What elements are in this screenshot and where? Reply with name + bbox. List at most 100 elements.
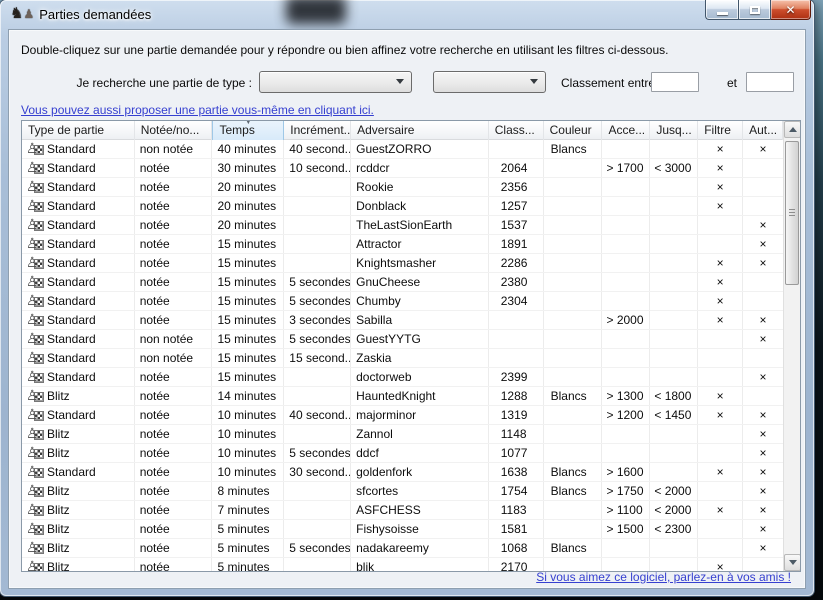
cell-filter: [698, 216, 743, 234]
cell-type: ♙Standard: [22, 159, 135, 177]
column-header-rated[interactable]: Notée/no...: [135, 121, 213, 140]
scrollbar-thumb[interactable]: [785, 141, 799, 285]
recommend-link[interactable]: Si vous aimez ce logiciel, parlez-en à v…: [536, 570, 791, 584]
cell-time: 15 minutes: [212, 254, 284, 272]
game-row[interactable]: ♙Standardnotée15 minutes5 secondesGnuChe…: [22, 273, 783, 292]
cell-color: Blancs: [544, 482, 603, 500]
game-row[interactable]: ♙Standardnotée15 minutes3 secondesSabill…: [22, 311, 783, 330]
game-row[interactable]: ♙Standardnotée20 minutesTheLastSionEarth…: [22, 216, 783, 235]
propose-game-link[interactable]: Vous pouvez aussi proposer une partie vo…: [21, 103, 374, 117]
column-header-rating[interactable]: Class...: [489, 121, 544, 140]
game-row[interactable]: ♙Blitznotée7 minutesASFCHESS1183> 1100< …: [22, 501, 783, 520]
game-row[interactable]: ♙Standardnotée20 minutesDonblack1257×: [22, 197, 783, 216]
game-row[interactable]: ♙Standardnotée15 minutesAttractor1891×: [22, 235, 783, 254]
vertical-scrollbar[interactable]: [783, 121, 800, 571]
game-row[interactable]: ♙Blitznotée8 minutessfcortes1754Blancs> …: [22, 482, 783, 501]
game-row[interactable]: ♙Standardnon notée40 minutes40 second...…: [22, 140, 783, 159]
cell-rated: notée: [135, 558, 213, 571]
pawn-board-icon: ♙: [27, 503, 44, 517]
cell-auto: [743, 178, 783, 196]
titlebar[interactable]: ♞♟ Parties demandées ✕: [0, 0, 814, 29]
cell-time: 7 minutes: [212, 501, 284, 519]
game-row[interactable]: ♙Standardnotée15 minutesdoctorweb2399×: [22, 368, 783, 387]
window-chess-icon: ♞♟: [10, 6, 34, 22]
pawn-icon: ♙: [26, 235, 39, 252]
column-header-color[interactable]: Couleur: [544, 121, 603, 140]
cell-rating: 1288: [489, 387, 544, 405]
cell-opponent: sfcortes: [351, 482, 489, 500]
cell-accept-min: [602, 140, 650, 158]
cell-accept-max: [650, 235, 698, 253]
game-row[interactable]: ♙Standardnotée10 minutes40 second...majo…: [22, 406, 783, 425]
pawn-board-icon: ♙: [27, 313, 44, 327]
cell-type-label: Standard: [47, 349, 96, 367]
cell-filter: [698, 349, 743, 367]
cell-type: ♙Standard: [22, 235, 135, 253]
rating-min-input[interactable]: [651, 72, 699, 92]
cell-accept-min: [602, 197, 650, 215]
cell-accept-max: [650, 216, 698, 234]
cell-type-label: Blitz: [47, 425, 70, 443]
cell-increment: [284, 558, 351, 571]
close-button[interactable]: ✕: [771, 0, 811, 20]
cell-color: Blancs: [544, 539, 603, 557]
cell-auto: [743, 292, 783, 310]
cell-time: 8 minutes: [212, 482, 284, 500]
scroll-down-button[interactable]: [784, 554, 801, 571]
cell-accept-max: [650, 330, 698, 348]
game-row[interactable]: ♙Standardnotée15 minutesKnightsmasher228…: [22, 254, 783, 273]
game-row[interactable]: ♙Blitznotée14 minutesHauntedKnight1288Bl…: [22, 387, 783, 406]
cell-type-label: Standard: [47, 406, 96, 424]
cell-accept-max: < 2300: [650, 520, 698, 538]
maximize-button[interactable]: [738, 0, 771, 20]
game-row[interactable]: ♙Standardnotée30 minutes10 second...rcdd…: [22, 159, 783, 178]
cell-type-label: Standard: [47, 178, 96, 196]
game-row[interactable]: ♙Standardnotée15 minutes5 secondesChumby…: [22, 292, 783, 311]
game-row[interactable]: ♙Blitznotée5 minutesFishysoisse1581> 150…: [22, 520, 783, 539]
cell-rating: 2380: [489, 273, 544, 291]
game-row[interactable]: ♙Standardnon notée15 minutes15 second...…: [22, 349, 783, 368]
cell-opponent: GnuCheese: [351, 273, 489, 291]
cell-type-label: Blitz: [47, 539, 70, 557]
cell-rating: 1257: [489, 197, 544, 215]
game-row[interactable]: ♙Blitznotée5 minutes5 secondesnadakareem…: [22, 539, 783, 558]
game-speed-select[interactable]: [433, 71, 546, 93]
column-header-accept-max[interactable]: Jusq...: [650, 121, 698, 140]
scroll-up-button[interactable]: [784, 121, 801, 138]
rating-max-input[interactable]: [746, 72, 794, 92]
game-row[interactable]: ♙Standardnotée20 minutesRookie2356×: [22, 178, 783, 197]
cell-type: ♙Standard: [22, 254, 135, 272]
column-header-time[interactable]: ▼Temps: [212, 121, 284, 140]
column-header-opponent[interactable]: Adversaire: [351, 121, 489, 140]
game-row[interactable]: ♙Blitznotée10 minutesZannol1148×: [22, 425, 783, 444]
game-row[interactable]: ♙Blitznotée10 minutes5 secondesddcf1077×: [22, 444, 783, 463]
cell-opponent: Attractor: [351, 235, 489, 253]
minimize-button[interactable]: [705, 0, 738, 20]
pawn-board-icon: ♙: [27, 161, 44, 175]
pawn-icon: ♙: [26, 539, 39, 556]
cell-increment: 10 second...: [284, 159, 351, 177]
column-header-type[interactable]: Type de partie: [22, 121, 135, 140]
cell-auto: ×: [743, 463, 783, 481]
column-header-label: Notée/no...: [141, 123, 200, 137]
pawn-icon: ♙: [26, 159, 39, 176]
game-row[interactable]: ♙Standardnon notée15 minutes5 secondesGu…: [22, 330, 783, 349]
cell-accept-max: [650, 311, 698, 329]
cell-accept-max: < 1800: [650, 387, 698, 405]
column-header-increment[interactable]: Incrément...: [284, 121, 351, 140]
cell-type: ♙Blitz: [22, 558, 135, 571]
game-type-select[interactable]: [259, 71, 412, 93]
cell-filter: ×: [698, 140, 743, 158]
cell-rated: notée: [135, 292, 213, 310]
cell-color: [544, 444, 603, 462]
cell-accept-min: [602, 444, 650, 462]
cell-auto: [743, 273, 783, 291]
cell-time: 20 minutes: [212, 178, 284, 196]
cell-filter: ×: [698, 387, 743, 405]
column-header-filter[interactable]: Filtre: [698, 121, 743, 140]
game-row[interactable]: ♙Standardnotée10 minutes30 second...gold…: [22, 463, 783, 482]
column-header-auto[interactable]: Aut...: [743, 121, 783, 140]
pawn-icon: ♙: [26, 501, 39, 518]
cell-filter: [698, 368, 743, 386]
column-header-accept-min[interactable]: Acce...: [602, 121, 650, 140]
